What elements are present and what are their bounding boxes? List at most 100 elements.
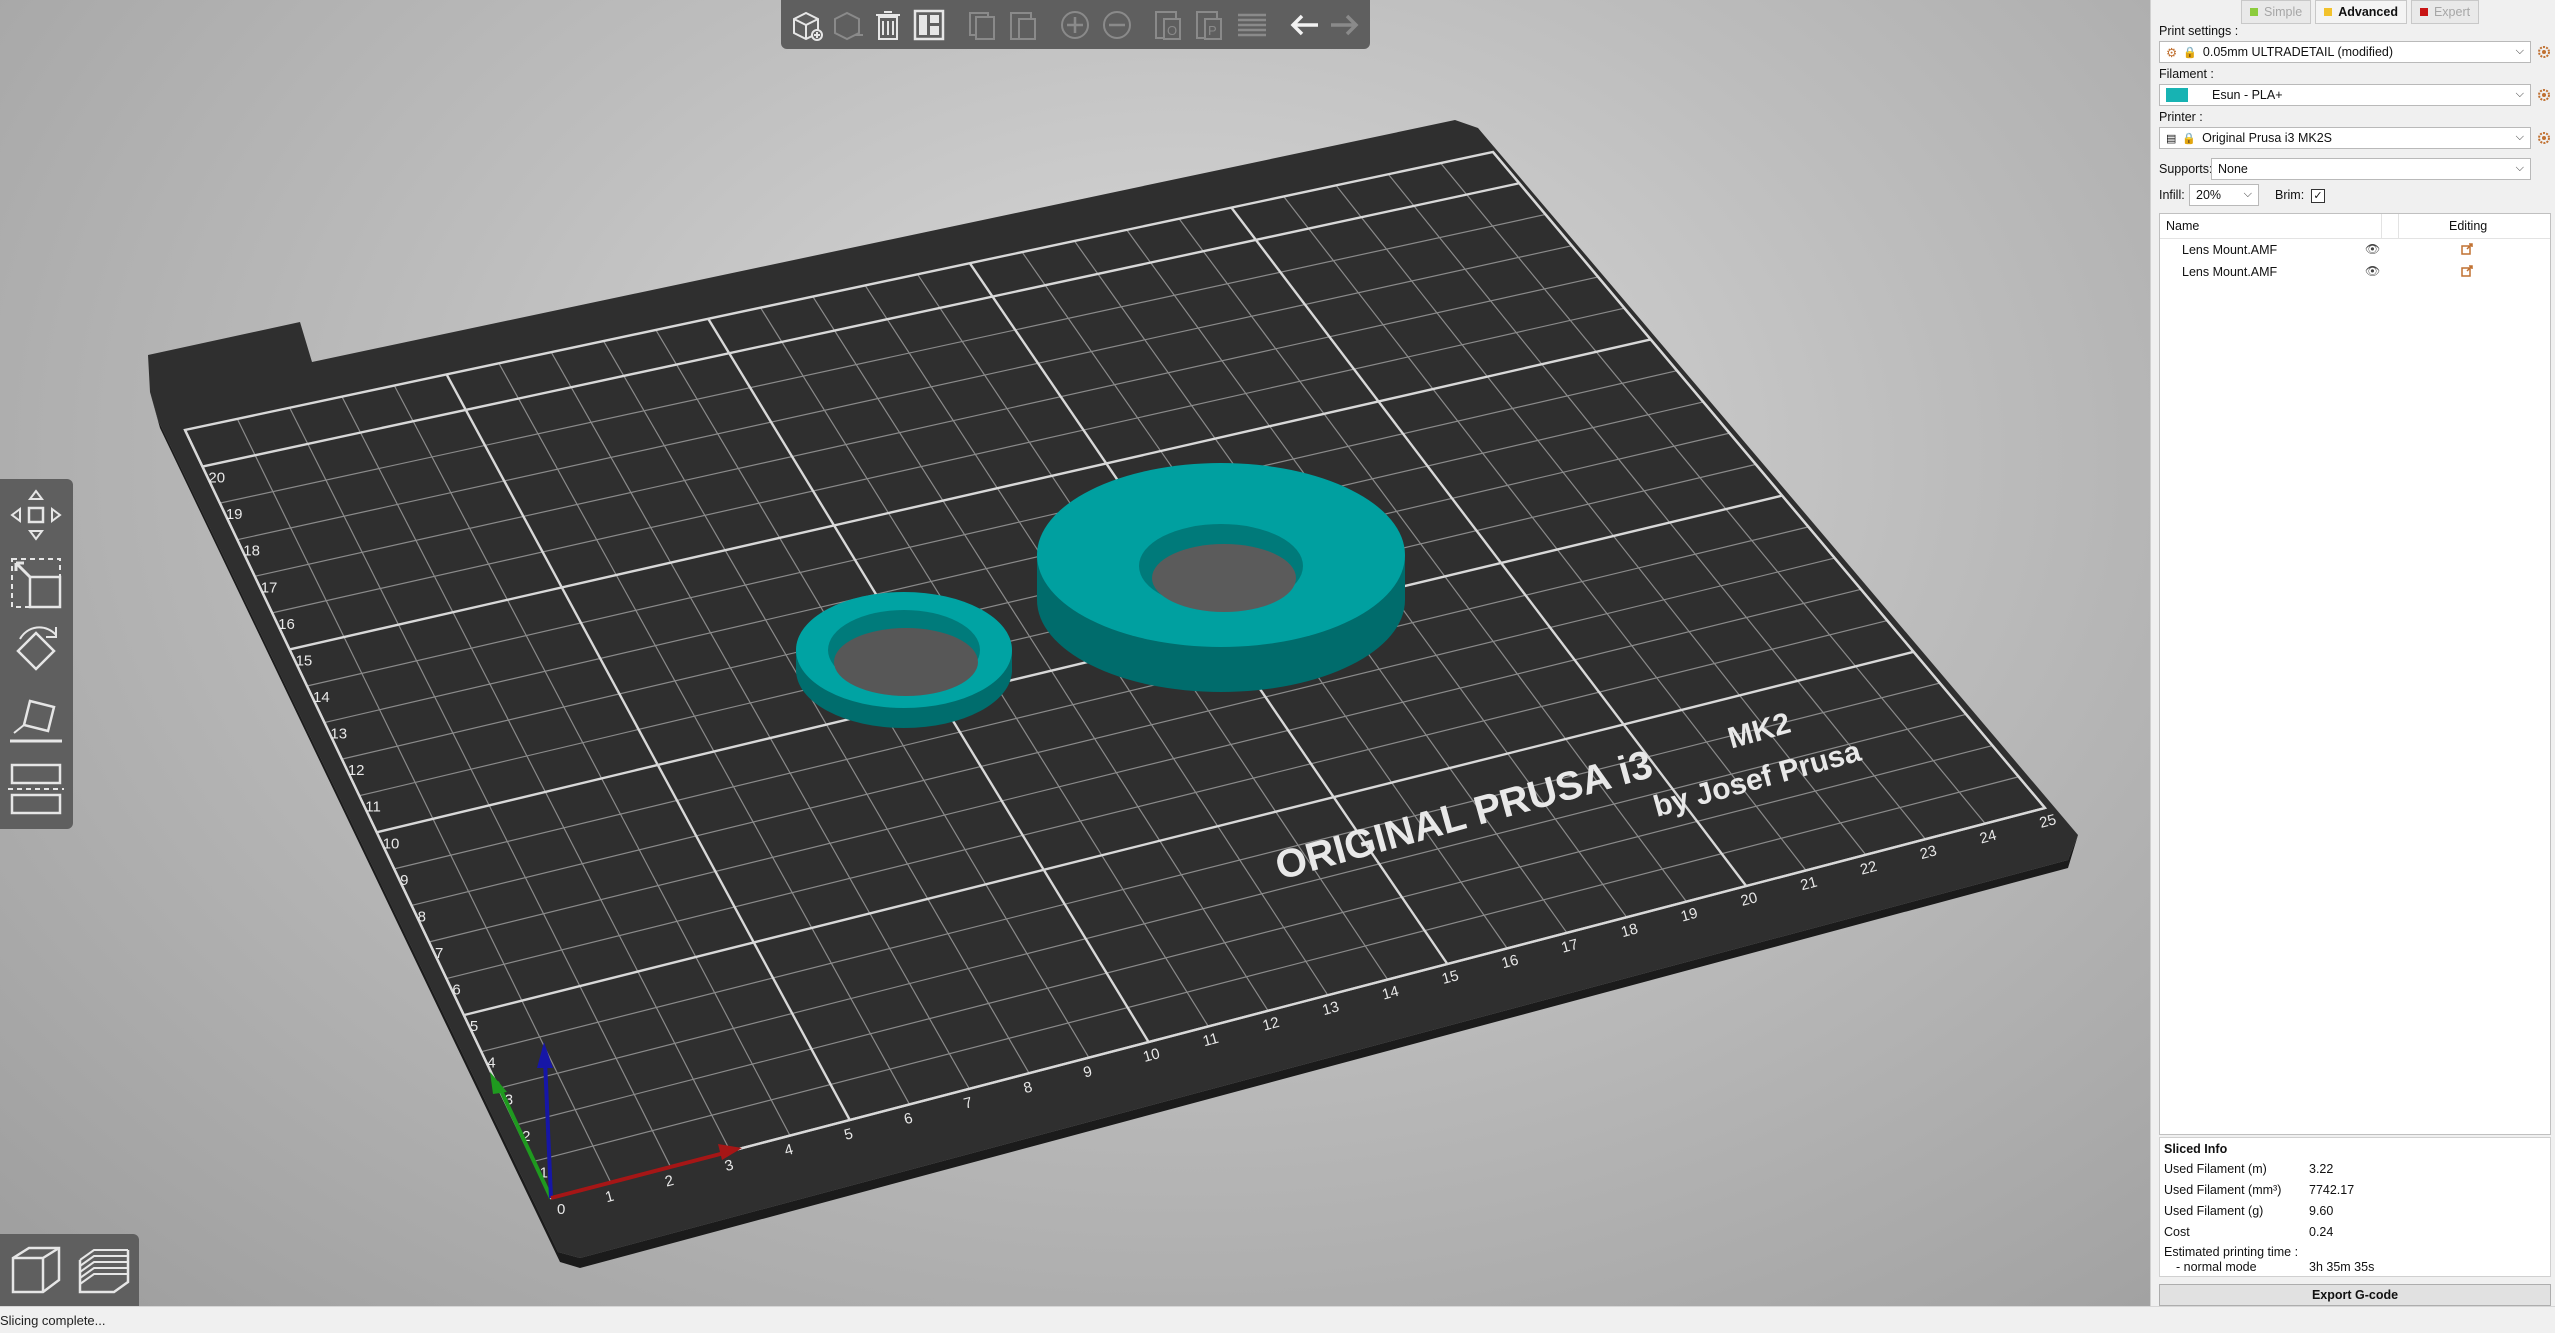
svg-text:P: P [1208,23,1217,38]
object-list-header: Name Editing [2160,214,2550,239]
filament-color-swatch [2166,88,2188,102]
lens-mount-large[interactable] [1037,463,1405,692]
mode-simple-button[interactable]: Simple [2241,0,2312,24]
delete-icon[interactable] [828,5,865,45]
object-name: Lens Mount.AMF [2182,265,2278,279]
redo-icon[interactable] [1327,5,1364,45]
print-settings-value: 0.05mm ULTRADETAIL (modified) [2202,45,2394,59]
print-settings-gear-icon[interactable] [2537,45,2551,59]
print-settings-label: Print settings : [2159,24,2239,38]
mode-expert-label: Expert [2433,5,2471,19]
edit-icon[interactable] [2460,264,2474,281]
chevron-down-icon: ⌵ [2243,188,2252,200]
print-bed-plate [148,120,2078,1258]
y-tick-label: 9 [400,872,408,889]
mode-advanced-button[interactable]: Advanced [2315,0,2407,24]
undo-icon[interactable] [1286,5,1323,45]
chevron-down-icon: ⌵ [2515,162,2524,174]
y-tick-label: 8 [418,908,426,925]
edit-icon[interactable] [2460,242,2474,259]
print-settings-combo[interactable]: ⚙ 🔒 0.05mm ULTRADETAIL (modified) ⌵ [2159,41,2531,63]
object-row[interactable]: Lens Mount.AMF 👁 [2160,239,2550,261]
infill-combo[interactable]: 20% ⌵ [2189,184,2259,206]
3d-scene[interactable]: 1 2 3 4 5 6 7 8 9 10 11 12 13 14 15 16 17 18 19 20 21 22 23 24 2… [0,0,2150,1306]
infill-label: Infill: [2159,188,2185,202]
cost-value: 0.24 [2309,1225,2334,1239]
lens-mount-small[interactable] [796,592,1012,728]
add-instance-icon[interactable] [1057,5,1094,45]
arrange-icon[interactable] [911,5,948,45]
status-bar: Slicing complete... [0,1306,2555,1333]
object-list: Name Editing Lens Mount.AMF 👁 Lens Mount… [2159,213,2551,1135]
view-toggle [0,1234,139,1306]
layers-editing-icon[interactable] [1233,5,1270,45]
cost-label: Cost [2164,1225,2190,1239]
left-toolbar [0,479,73,829]
infill-value: 20% [2196,188,2222,202]
preview-icon[interactable] [69,1234,138,1306]
printer-value: Original Prusa i3 MK2S [2202,131,2333,145]
y-tick-label: 6 [452,982,460,999]
y-tick-label: 13 [330,726,347,743]
y-tick-label: 11 [365,799,381,816]
simple-mode-icon [2250,8,2258,16]
y-tick-label: 18 [243,543,260,560]
chevron-down-icon: ⌵ [2515,88,2524,100]
used-filament-mm3-value: 7742.17 [2309,1183,2355,1197]
col-editing-header: Editing [2449,219,2488,233]
filament-gear-icon[interactable] [2537,88,2551,102]
eye-icon[interactable]: 👁 [2365,242,2380,256]
col-name-header: Name [2166,219,2200,233]
filament-combo[interactable]: Esun - PLA+ ⌵ [2159,84,2531,106]
y-tick-label: 20 [208,470,225,487]
printer-gear-icon[interactable] [2537,131,2551,145]
normal-mode-label: - normal mode [2176,1260,2257,1274]
add-icon[interactable] [787,5,824,45]
lock-icon: 🔒 [2182,132,2197,145]
brim-checkbox[interactable]: ✓ [2311,189,2325,203]
supports-label: Supports: [2159,162,2213,176]
print-settings-icon: ⚙ [2166,45,2178,60]
mode-selector: Simple Advanced Expert [2241,0,2480,24]
place-on-face-icon[interactable] [4,687,68,751]
remove-instance-icon[interactable] [1098,5,1135,45]
export-gcode-button[interactable]: Export G-code [2159,1284,2551,1306]
printer-label: Printer : [2159,110,2203,124]
used-filament-g-value: 9.60 [2309,1204,2334,1218]
top-toolbar: O P [781,0,1370,49]
split-parts-icon[interactable]: P [1192,5,1229,45]
filament-value: Esun - PLA+ [2212,88,2283,102]
move-icon[interactable] [4,483,68,547]
printer-combo[interactable]: ▤ 🔒 Original Prusa i3 MK2S ⌵ [2159,127,2531,149]
brim-label: Brim: [2275,188,2305,202]
status-text: Slicing complete... [0,1313,106,1328]
svg-text:O: O [1167,23,1177,38]
copy-icon[interactable] [963,5,1000,45]
object-row[interactable]: Lens Mount.AMF 👁 [2160,261,2550,283]
used-filament-m-value: 3.22 [2309,1162,2334,1176]
paste-icon[interactable] [1004,5,1041,45]
cut-icon[interactable] [4,755,68,819]
3d-view-icon[interactable] [0,1234,69,1306]
mode-expert-button[interactable]: Expert [2410,0,2480,24]
eye-icon[interactable]: 👁 [2365,264,2380,278]
y-tick-label: 17 [261,579,278,596]
sidebar: Simple Advanced Expert Print settings : … [2150,0,2555,1306]
y-tick-label: 4 [487,1055,495,1072]
used-filament-m-label: Used Filament (m) [2164,1162,2267,1176]
chevron-down-icon: ⌵ [2515,45,2524,57]
y-tick-label: 7 [435,945,443,962]
rotate-icon[interactable] [4,619,68,683]
chevron-down-icon: ⌵ [2515,131,2524,143]
object-name: Lens Mount.AMF [2182,243,2278,257]
used-filament-mm3-label: Used Filament (mm³) [2164,1183,2282,1197]
supports-combo[interactable]: None ⌵ [2211,158,2531,180]
advanced-mode-icon [2324,8,2333,16]
split-objects-icon[interactable]: O [1151,5,1188,45]
print-bed-scene[interactable]: 1234567891011121314151617181920212223242… [0,0,2150,1306]
delete-all-icon[interactable] [869,5,906,45]
scale-icon[interactable] [4,551,68,615]
mode-simple-label: Simple [2264,5,2303,19]
lock-icon: 🔒 [2183,46,2197,59]
sliced-info: Sliced Info Used Filament (m) 3.22 Used … [2159,1137,2551,1277]
